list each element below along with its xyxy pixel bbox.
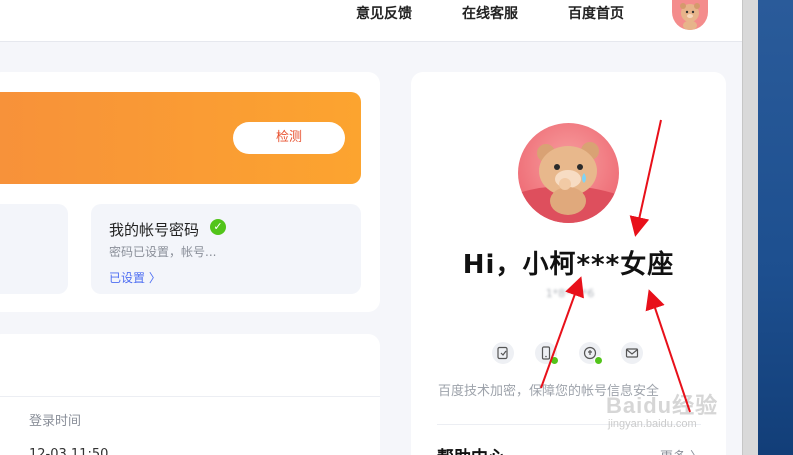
annotation-arrows <box>540 119 691 413</box>
annotation-arrow <box>629 119 662 237</box>
annotation-arrow <box>645 289 691 413</box>
annotation-arrow <box>540 276 584 389</box>
